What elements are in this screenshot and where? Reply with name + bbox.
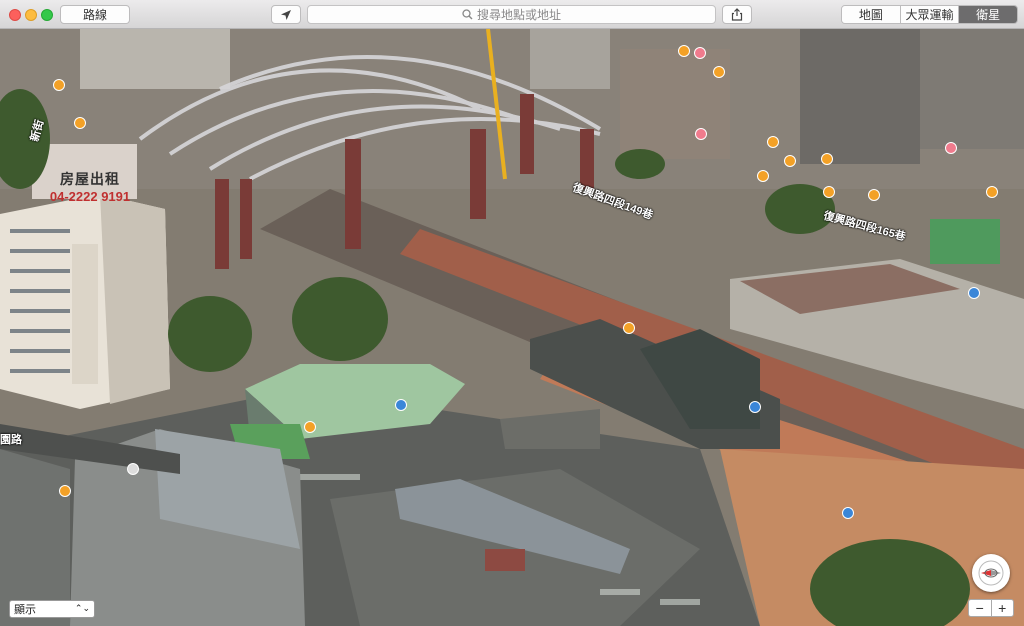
compass-icon	[978, 560, 1004, 586]
poi-marker[interactable]	[59, 485, 71, 497]
current-location-button[interactable]	[271, 5, 301, 24]
poi-marker[interactable]	[694, 47, 706, 59]
close-window-button[interactable]	[9, 9, 21, 21]
map-type-transit[interactable]: 大眾運輸	[900, 6, 960, 23]
billboard-line-1: 房屋出租	[60, 171, 120, 187]
poi-marker[interactable]	[74, 117, 86, 129]
search-placeholder: 搜尋地點或地址	[476, 8, 561, 22]
map-type-satellite[interactable]: 衛星	[959, 6, 1017, 23]
billboard-line-2: 04-2222 9191	[49, 189, 131, 204]
poi-marker[interactable]	[713, 66, 725, 78]
poi-marker[interactable]	[945, 142, 957, 154]
satellite-3d-imagery	[0, 29, 1024, 626]
map-type-map[interactable]: 地圖	[842, 6, 901, 23]
display-options-label: 顯示	[14, 604, 36, 616]
display-options-select[interactable]: 顯示 ⌃⌄	[9, 600, 95, 618]
poi-marker[interactable]	[757, 170, 769, 182]
zoom-in-button[interactable]: +	[992, 600, 1014, 616]
billboard: 房屋出租 04-2222 9191	[40, 169, 140, 204]
poi-marker[interactable]	[623, 322, 635, 334]
minimize-window-button[interactable]	[25, 9, 37, 21]
poi-marker[interactable]	[767, 136, 779, 148]
poi-marker[interactable]	[821, 153, 833, 165]
bus-stop-marker[interactable]	[395, 399, 407, 411]
search-field[interactable]: 搜尋地點或地址	[307, 5, 716, 24]
poi-marker[interactable]	[53, 79, 65, 91]
poi-marker[interactable]	[868, 189, 880, 201]
poi-marker[interactable]	[678, 45, 690, 57]
zoom-window-button[interactable]	[41, 9, 53, 21]
poi-marker[interactable]	[304, 421, 316, 433]
poi-marker[interactable]	[784, 155, 796, 167]
compass-button[interactable]	[972, 554, 1010, 592]
poi-marker[interactable]	[986, 186, 998, 198]
zoom-out-button[interactable]: −	[969, 600, 992, 616]
street-label-yuan: 園路	[0, 434, 22, 446]
transit-station-marker[interactable]	[749, 401, 761, 413]
search-icon	[462, 9, 473, 20]
location-arrow-icon	[281, 9, 291, 20]
toolbar: 路線 搜尋地點或地址 地圖 大眾運輸 衛星	[0, 0, 1024, 29]
poi-marker[interactable]	[968, 287, 980, 299]
satellite-map-view[interactable]: 房屋出租 04-2222 9191 復興路四段149巷 復興路四段165巷 新街…	[0, 29, 1024, 626]
poi-marker[interactable]	[842, 507, 854, 519]
chevron-updown-icon: ⌃⌄	[74, 603, 90, 613]
map-type-segmented-control: 地圖 大眾運輸 衛星	[841, 5, 1018, 24]
poi-marker[interactable]	[823, 186, 835, 198]
poi-marker[interactable]	[695, 128, 707, 140]
zoom-control: − +	[968, 599, 1014, 617]
poi-marker[interactable]	[127, 463, 139, 475]
share-icon	[731, 8, 743, 21]
share-button[interactable]	[722, 5, 752, 24]
route-button[interactable]: 路線	[60, 5, 130, 24]
